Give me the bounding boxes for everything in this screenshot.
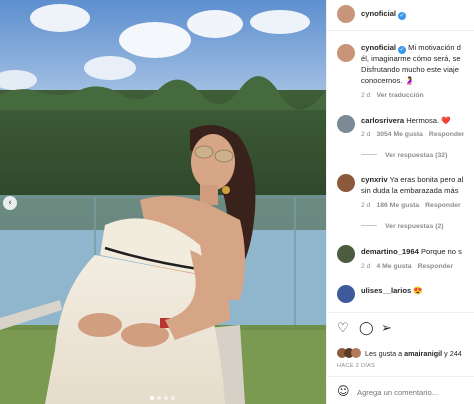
comment-meta: 2 d 3054 Me gusta Responder xyxy=(361,131,464,138)
comment-text-2: sin duda la embarazada más xyxy=(361,186,459,195)
header-divider xyxy=(327,30,474,31)
see-translation-link[interactable]: Ver traducción xyxy=(376,92,423,99)
comment-user[interactable]: ulises__larios xyxy=(361,286,411,295)
comment-body: cynxriv Ya eras bonita pero al xyxy=(361,175,463,186)
verified-icon: ✓ xyxy=(398,46,407,54)
carousel-dot xyxy=(157,396,161,400)
carousel-dot xyxy=(150,396,154,400)
caption-text-2: él, imaginarme cómo será, se xyxy=(361,54,461,63)
comment-text-1: Ya eras bonita pero al xyxy=(389,175,464,184)
author-handle[interactable]: cynoficial xyxy=(361,9,396,18)
comment-text: Hermosa. ❤️ xyxy=(406,116,451,125)
author-avatar[interactable] xyxy=(337,5,355,23)
comment-body: demartino_1964 Porque no s xyxy=(361,247,462,258)
comment-meta: 2 d 186 Me gusta Responder xyxy=(361,202,461,209)
comment-user[interactable]: carlosrivera xyxy=(361,116,404,125)
emoji-smile-icon[interactable]: ☺ xyxy=(337,384,350,398)
verified-icon: ✓ xyxy=(398,12,407,20)
reply-button[interactable]: Responder xyxy=(418,263,454,270)
likes-prefix: Les gusta a xyxy=(365,349,403,358)
comment-body: ulises__larios 😍 xyxy=(361,286,423,297)
post-viewer: ‹ cynoficial ✓ cynoficial ✓ Mi motivación … xyxy=(0,0,474,404)
caption-meta: 2 d Ver traducción xyxy=(361,92,424,99)
comment-user[interactable]: demartino_1964 xyxy=(361,247,419,256)
caption-age: 2 d xyxy=(361,92,371,99)
comment-age: 2 d xyxy=(361,131,371,138)
comment-input[interactable] xyxy=(357,388,472,397)
comment-text: 😍 xyxy=(413,286,423,295)
comment-bubble-icon[interactable]: ◯ xyxy=(359,322,374,335)
caption-text-4: conocernos. 🤰 xyxy=(361,76,414,85)
likes-summary[interactable]: Les gusta a amairanigil y 244 xyxy=(365,349,462,358)
post-timestamp: HACE 2 DÍAS xyxy=(337,363,376,369)
liker-avatar xyxy=(351,348,361,358)
post-side-panel: cynoficial ✓ cynoficial ✓ Mi motivación d … xyxy=(326,0,474,404)
reply-button[interactable]: Responder xyxy=(425,202,461,209)
caption-text-1: Mi motivación d xyxy=(408,43,461,52)
view-replies-link[interactable]: Ver respuestas (2) xyxy=(361,223,444,230)
chevron-left-icon: ‹ xyxy=(8,197,12,208)
carousel-indicator xyxy=(150,396,175,400)
comment-likes[interactable]: 186 Me gusta xyxy=(376,202,419,209)
carousel-dot xyxy=(164,396,168,400)
likes-user[interactable]: amairanigil xyxy=(404,349,442,358)
header-author[interactable]: cynoficial ✓ xyxy=(361,9,407,20)
comment-likes[interactable]: 4 Me gusta xyxy=(376,263,411,270)
post-photo[interactable]: ‹ xyxy=(0,0,326,404)
carousel-prev-button[interactable]: ‹ xyxy=(3,196,17,210)
actions-divider xyxy=(327,312,474,313)
caption-avatar[interactable] xyxy=(337,44,355,62)
comment-age: 2 d xyxy=(361,263,371,270)
reply-button[interactable]: Responder xyxy=(429,131,465,138)
share-send-icon[interactable]: ➢ xyxy=(381,322,392,335)
caption-author[interactable]: cynoficial xyxy=(361,43,396,52)
comment-body: carlosrivera Hermosa. ❤️ xyxy=(361,116,451,127)
comment-age: 2 d xyxy=(361,202,371,209)
comment-box-divider xyxy=(327,376,474,377)
view-replies-link[interactable]: Ver respuestas (32) xyxy=(361,152,447,159)
photo-illustration xyxy=(0,0,326,404)
likes-suffix: y 244 xyxy=(444,349,462,358)
like-heart-icon[interactable]: ♡ xyxy=(337,322,349,335)
comment-avatar[interactable] xyxy=(337,115,355,133)
comment-avatar[interactable] xyxy=(337,174,355,192)
caption-text-3: Disfrutando mucho este viaje xyxy=(361,65,459,74)
comment-user[interactable]: cynxriv xyxy=(361,175,388,184)
comment-meta: 2 d 4 Me gusta Responder xyxy=(361,263,453,270)
caption-line-1: cynoficial ✓ Mi motivación d xyxy=(361,43,461,54)
comment-text: Porque no s xyxy=(420,247,462,256)
comment-likes[interactable]: 3054 Me gusta xyxy=(376,131,422,138)
comment-avatar[interactable] xyxy=(337,245,355,263)
carousel-dot xyxy=(171,396,175,400)
comment-avatar[interactable] xyxy=(337,285,355,303)
